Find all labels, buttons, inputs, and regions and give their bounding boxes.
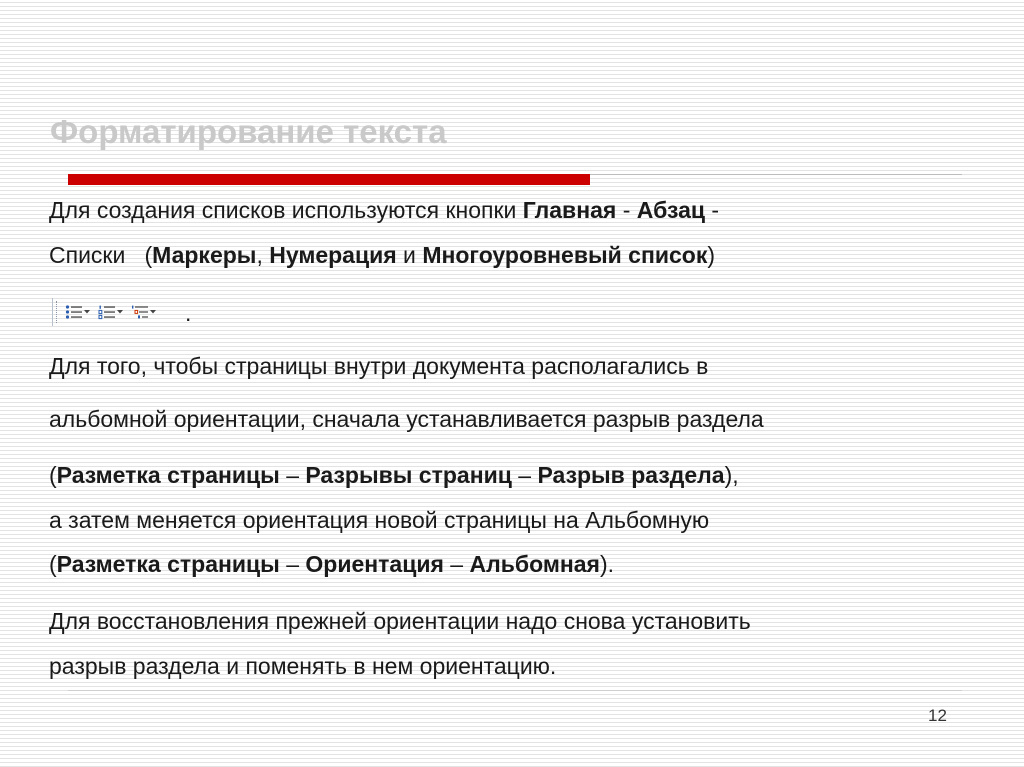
trailing-period: . [185,300,192,326]
bullets-button[interactable] [63,301,92,323]
text-segment: - [616,197,637,223]
numbering-icon [98,304,116,320]
toolbar-grip [56,301,60,323]
page-number: 12 [928,706,947,725]
chevron-down-icon[interactable] [149,301,156,323]
bold-term-landscape: Альбомная [469,551,600,577]
text-segment: – [279,462,306,488]
bold-term-section-break: Разрыв раздела [537,462,725,488]
para1-line1: Для создания списков используются кнопки… [49,187,979,233]
para2-line2: альбомной ориентации, сначала устанавлив… [49,406,764,432]
para3-line2: разрыв раздела и поменять в нем ориентац… [49,653,557,679]
text-segment: ). [599,551,614,577]
list-buttons-toolbar [52,298,175,326]
bullets-icon [65,304,83,320]
text-segment: ( [49,551,57,577]
bold-term-page-layout: Разметка страницы [56,462,280,488]
text-segment: ) [707,242,716,268]
text-segment: ), [724,462,739,488]
para3-line1: Для восстановления прежней ориентации на… [49,608,751,634]
title-divider-line [590,174,962,175]
para2-line4: а затем меняется ориентация новой страни… [49,507,710,533]
bold-term-paragraph: Абзац [636,197,706,223]
para1-line2: Списки (Маркеры, Нумерация и Многоуровне… [49,232,979,278]
bold-term-page-layout: Разметка страницы [56,551,280,577]
text-segment: Списки ( [49,242,153,268]
para2-line5: (Разметка страницы – Ориентация – Альбом… [49,541,979,587]
chevron-down-icon[interactable] [116,301,123,323]
para2-line1: Для того, чтобы страницы внутри документ… [49,353,709,379]
bold-term-orientation: Ориентация [305,551,444,577]
text-segment: – [279,551,306,577]
title-accent-bar [68,174,590,185]
bold-term-multilevel-list: Многоуровневый список [422,242,708,268]
chevron-down-icon[interactable] [83,301,90,323]
text-segment: - [705,197,720,223]
bold-term-numbering: Нумерация [269,242,397,268]
para2-line3: (Разметка страницы – Разрывы страниц – Р… [49,452,979,498]
slide-title: Форматирование текста [50,113,447,150]
text-segment: – [511,462,538,488]
text-segment: – [443,551,470,577]
text-segment: и [396,242,423,268]
numbering-button[interactable] [96,301,125,323]
text-segment: , [256,242,270,268]
multilevel-list-button[interactable] [129,301,158,323]
footer-divider-line [68,690,962,691]
multilevel-list-icon [131,304,149,320]
bold-term-home: Главная [522,197,617,223]
bold-term-bullets: Маркеры [152,242,257,268]
text-segment: ( [49,462,57,488]
text-segment: Для создания списков используются кнопки [49,197,523,223]
bold-term-page-breaks: Разрывы страниц [305,462,512,488]
